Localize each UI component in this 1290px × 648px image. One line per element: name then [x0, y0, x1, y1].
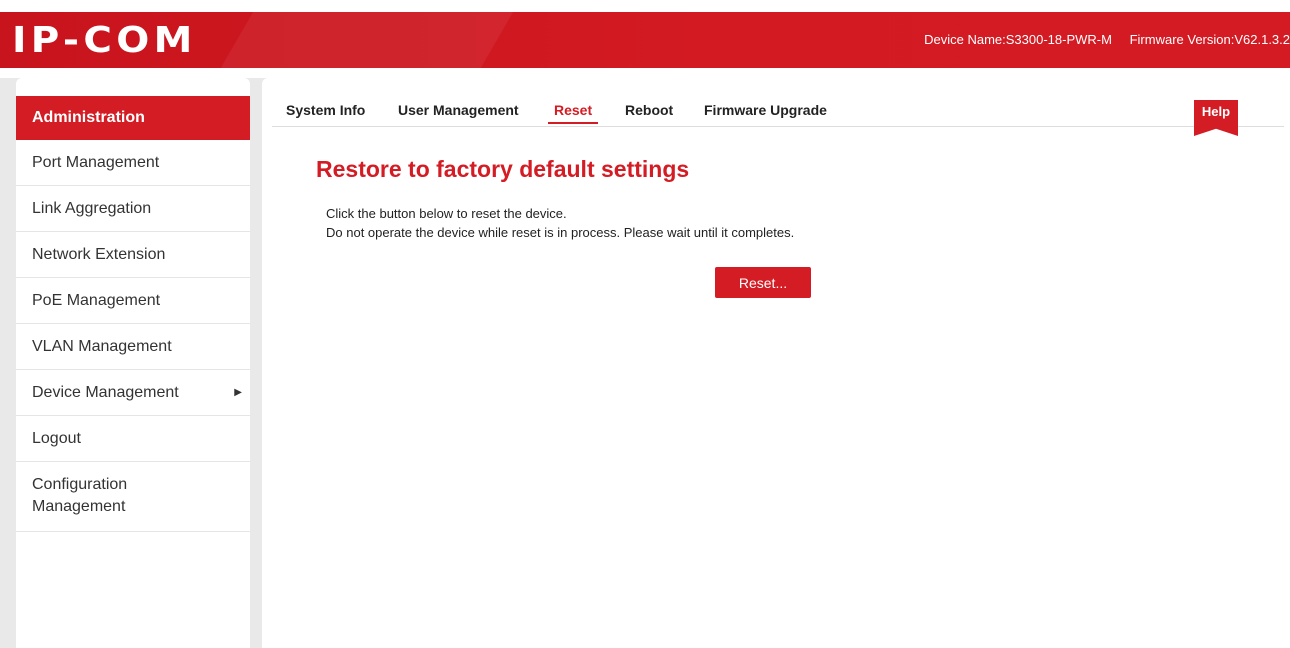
sidebar: Administration Port Management Link Aggr… [16, 78, 250, 648]
tab-bar: System Info User Management Reset Reboot… [272, 100, 1284, 136]
brand-logo: IP-COM [12, 20, 197, 61]
device-name: Device Name:S3300-18-PWR-M [924, 32, 1112, 47]
description-line: Do not operate the device while reset is… [326, 225, 795, 240]
sidebar-item-label: Port Management [32, 154, 160, 171]
top-strip [0, 0, 1290, 12]
sidebar-item-link-aggregation[interactable]: Link Aggregation [16, 186, 250, 232]
description-line: Click the button below to reset the devi… [326, 206, 567, 221]
tab-system-info[interactable]: System Info [286, 102, 365, 118]
sidebar-item-configuration-management[interactable]: Configuration Management [16, 462, 250, 532]
header-bar: IP-COM Device Name:S3300-18-PWR-M Firmwa… [0, 12, 1290, 68]
header-gap [0, 68, 1290, 78]
sidebar-item-device-management[interactable]: Device Management ▶ [16, 370, 250, 416]
sidebar-item-label: VLAN Management [32, 338, 172, 355]
tab-reset[interactable]: Reset [548, 102, 599, 124]
firmware-version: Firmware Version:V62.1.3.2 [1129, 32, 1290, 47]
sidebar-item-administration[interactable]: Administration [16, 96, 250, 140]
sidebar-item-label: Device Management [32, 384, 179, 401]
sidebar-item-label: Link Aggregation [32, 200, 152, 217]
sidebar-item-label: Network Extension [32, 246, 166, 263]
main-panel: System Info User Management Reset Reboot… [262, 78, 1290, 648]
caret-right-icon: ▶ [234, 387, 242, 398]
sidebar-item-label: Logout [32, 430, 81, 447]
device-info: Device Name:S3300-18-PWR-M Firmware Vers… [910, 32, 1290, 47]
sidebar-item-label: PoE Management [32, 292, 161, 309]
sidebar-item-vlan-management[interactable]: VLAN Management [16, 324, 250, 370]
tab-firmware-upgrade[interactable]: Firmware Upgrade [704, 102, 827, 118]
header-decoration [183, 12, 537, 68]
sidebar-item-port-management[interactable]: Port Management [16, 140, 250, 186]
sidebar-menu: Port Management Link Aggregation Network… [16, 140, 250, 532]
page-title: Restore to factory default settings [316, 156, 690, 182]
sidebar-item-label: Configuration Management [32, 476, 128, 515]
sidebar-item-logout[interactable]: Logout [16, 416, 250, 462]
help-button[interactable]: Help [1194, 100, 1238, 136]
tab-user-management[interactable]: User Management [398, 102, 519, 118]
reset-button[interactable]: Reset... [715, 267, 811, 298]
page-description: Click the button below to reset the devi… [326, 204, 794, 242]
sidebar-item-poe-management[interactable]: PoE Management [16, 278, 250, 324]
sidebar-item-network-extension[interactable]: Network Extension [16, 232, 250, 278]
tab-reboot[interactable]: Reboot [625, 102, 673, 118]
